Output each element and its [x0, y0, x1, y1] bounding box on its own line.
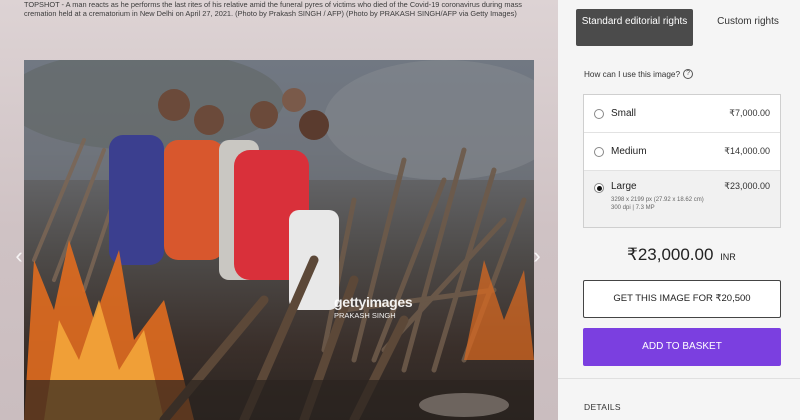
tab-custom-rights[interactable]: Custom rights — [703, 9, 793, 46]
editorial-photo — [24, 60, 534, 420]
size-dimensions: 3298 x 2199 px (27.92 x 18.62 cm) — [611, 197, 704, 203]
size-option-large[interactable]: Large ₹23,000.00 3298 x 2199 px (27.92 x… — [584, 171, 780, 227]
next-image-arrow[interactable]: › — [530, 244, 544, 268]
details-heading[interactable]: DETAILS — [584, 402, 621, 412]
size-name: Medium — [611, 146, 647, 157]
selected-price-amount: ₹23,000.00 — [627, 245, 714, 264]
radio-large[interactable] — [594, 183, 604, 193]
help-icon[interactable]: ? — [683, 69, 694, 79]
previous-image-arrow[interactable]: ‹ — [12, 244, 26, 268]
license-question-text: How can I use this image? — [584, 69, 681, 79]
selected-price: ₹23,000.00 INR — [627, 245, 736, 265]
getty-logo: gettyimages — [334, 294, 413, 310]
cremation-scene-illustration — [24, 60, 534, 420]
selected-price-currency: INR — [720, 252, 736, 262]
tab-standard-editorial-rights[interactable]: Standard editorial rights — [576, 9, 693, 46]
size-price: ₹23,000.00 — [724, 181, 770, 191]
watermark: gettyimages PRAKASH SINGH — [334, 294, 413, 320]
divider — [558, 378, 800, 379]
license-question: How can I use this image? ? — [584, 69, 694, 79]
size-options: Small ₹7,000.00 Medium ₹14,000.00 Large … — [583, 94, 781, 228]
size-price: ₹7,000.00 — [729, 108, 770, 118]
size-price: ₹14,000.00 — [724, 146, 770, 156]
add-to-basket-button[interactable]: ADD TO BASKET — [583, 328, 781, 366]
size-name: Small — [611, 108, 637, 119]
size-option-small[interactable]: Small ₹7,000.00 — [584, 95, 780, 133]
get-this-image-button[interactable]: GET THIS IMAGE FOR ₹20,500 — [583, 280, 781, 318]
size-option-medium[interactable]: Medium ₹14,000.00 — [584, 133, 780, 171]
licensing-panel: Standard editorial rights Custom rights … — [558, 0, 800, 420]
image-preview-area: TOPSHOT - A man reacts as he performs th… — [0, 0, 560, 420]
photographer-credit: PRAKASH SINGH — [334, 311, 396, 320]
radio-medium[interactable] — [594, 147, 604, 157]
size-name: Large — [611, 181, 637, 192]
radio-small[interactable] — [594, 109, 604, 119]
size-resolution: 300 dpi | 7.3 MP — [611, 205, 655, 211]
image-caption: TOPSHOT - A man reacts as he performs th… — [24, 0, 522, 19]
